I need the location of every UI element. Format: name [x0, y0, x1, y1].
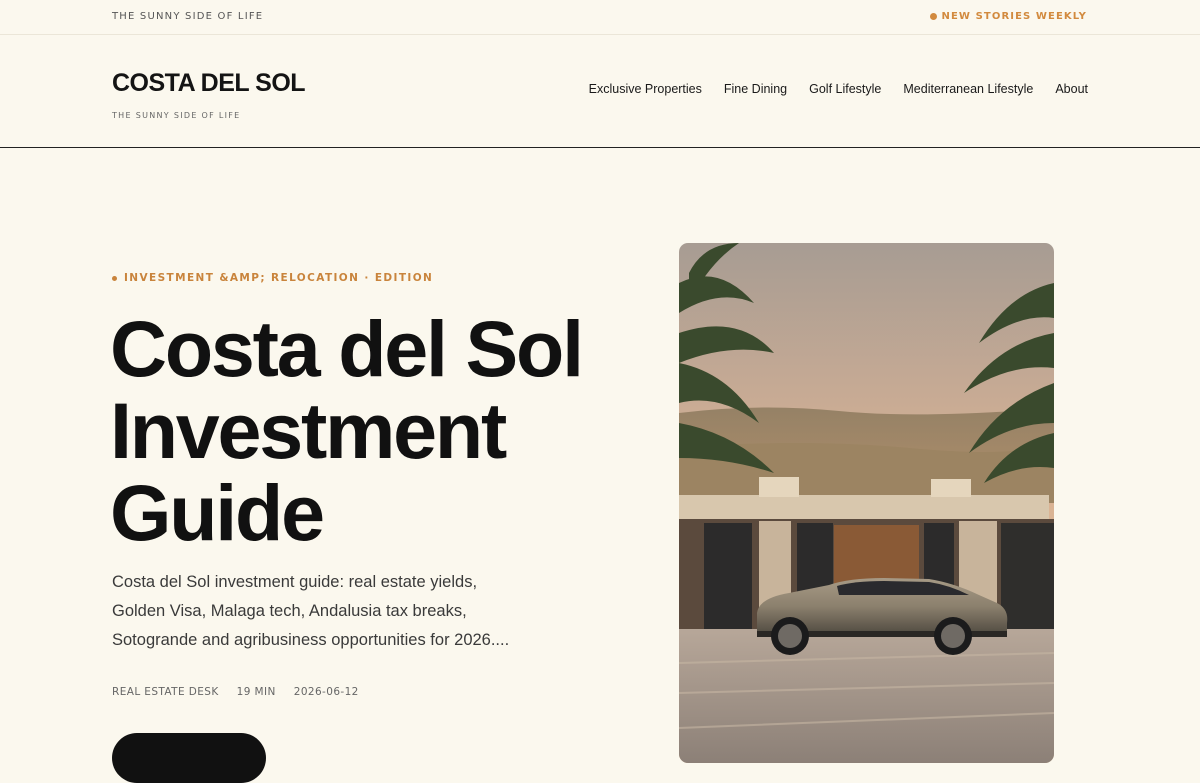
nav-item-about[interactable]: About	[1055, 82, 1088, 96]
top-tagline: THE SUNNY SIDE OF LIFE	[112, 11, 264, 22]
site-subtitle: THE SUNNY SIDE OF LIFE	[112, 111, 241, 120]
read-article-button[interactable]	[112, 733, 266, 783]
meta-date: 2026-06-12	[293, 686, 359, 698]
main-nav: Exclusive Properties Fine Dining Golf Li…	[589, 82, 1088, 96]
nav-item-mediterranean-lifestyle[interactable]: Mediterranean Lifestyle	[903, 82, 1033, 96]
article-meta: REAL ESTATE DESK 19 MIN 2026-06-12	[112, 686, 359, 698]
kicker-dot-icon	[112, 275, 117, 281]
new-stories-indicator: NEW STORIES WEEKLY	[929, 11, 1087, 22]
site-logo[interactable]: COSTA DEL SOL	[112, 69, 306, 98]
villa-car-illustration	[679, 243, 1054, 763]
meta-category[interactable]: REAL ESTATE DESK	[112, 686, 219, 698]
nav-item-fine-dining[interactable]: Fine Dining	[724, 82, 787, 96]
new-stories-label: NEW STORIES WEEKLY	[941, 11, 1087, 22]
article-excerpt: Costa del Sol investment guide: real est…	[112, 573, 510, 649]
article-headline[interactable]: Costa del Sol Investment Guide	[110, 308, 630, 554]
brand[interactable]: COSTA DEL SOL THE SUNNY SIDE OF LIFE	[112, 69, 306, 120]
hero-image	[679, 243, 1054, 763]
top-strip: THE SUNNY SIDE OF LIFE NEW STORIES WEEKL…	[0, 0, 1200, 35]
meta-read-time: 19 MIN	[236, 686, 276, 698]
article-kicker: INVESTMENT &AMP; RELOCATION · EDITION	[112, 272, 433, 284]
nav-item-exclusive-properties[interactable]: Exclusive Properties	[589, 82, 702, 96]
status-dot-icon	[929, 13, 937, 20]
nav-item-golf-lifestyle[interactable]: Golf Lifestyle	[809, 82, 881, 96]
kicker-label: INVESTMENT &AMP; RELOCATION · EDITION	[124, 272, 434, 284]
site-header: COSTA DEL SOL THE SUNNY SIDE OF LIFE Exc…	[0, 36, 1200, 148]
